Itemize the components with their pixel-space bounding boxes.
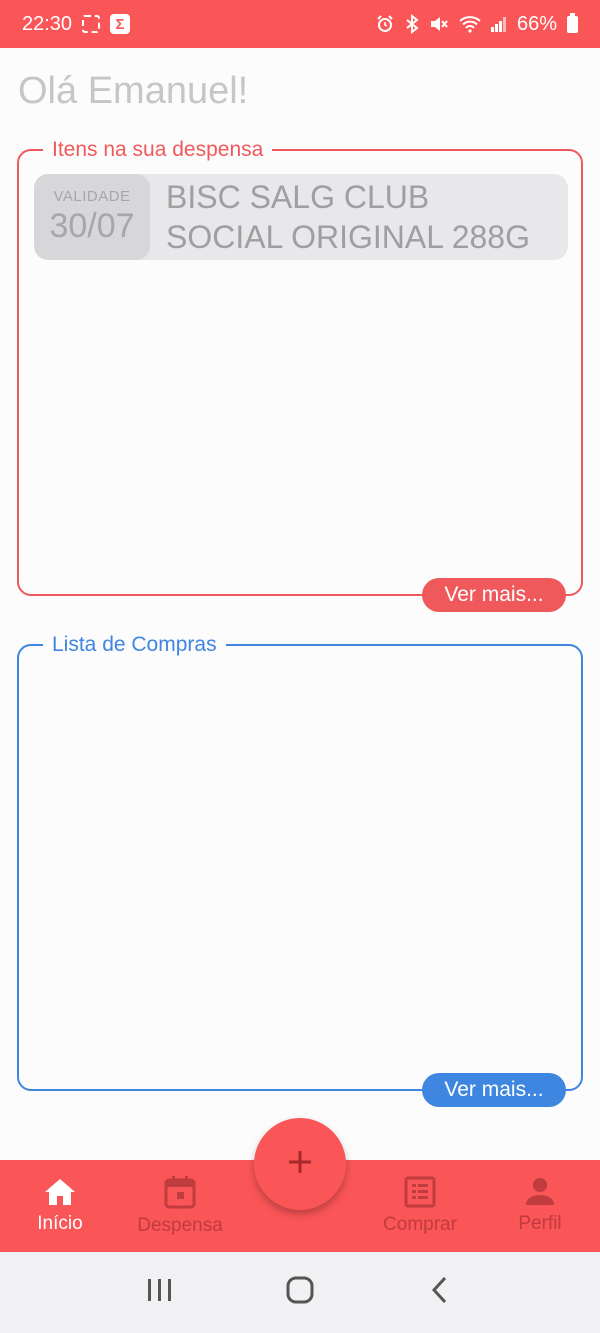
system-nav-bar bbox=[0, 1252, 600, 1333]
screenshot-icon bbox=[82, 15, 101, 33]
wifi-icon bbox=[459, 15, 481, 33]
calendar-icon bbox=[164, 1175, 196, 1209]
back-chevron-icon bbox=[430, 1275, 450, 1310]
bluetooth-icon bbox=[405, 14, 419, 34]
recent-apps-icon bbox=[146, 1277, 174, 1308]
nav-item-label: Despensa bbox=[137, 1215, 223, 1236]
app-screen: 22:30 Σ 66% Olá Emanuel! Itens na sua de… bbox=[0, 0, 600, 1333]
nav-item-label: Comprar bbox=[383, 1214, 457, 1235]
person-icon bbox=[524, 1177, 556, 1207]
add-fab-button[interactable] bbox=[254, 1118, 346, 1210]
status-left: 22:30 Σ bbox=[22, 12, 131, 36]
status-bar: 22:30 Σ 66% bbox=[0, 0, 600, 48]
validity-label: VALIDADE bbox=[53, 188, 131, 205]
shopping-see-more-button[interactable]: Ver mais... bbox=[422, 1073, 566, 1107]
validity-date: 30/07 bbox=[49, 207, 135, 245]
home-icon bbox=[43, 1177, 77, 1207]
nav-item-home[interactable]: Início bbox=[0, 1160, 120, 1252]
nav-item-pantry[interactable]: Despensa bbox=[120, 1160, 240, 1252]
pantry-panel: Itens na sua despensa VALIDADE 30/07 BIS… bbox=[17, 137, 583, 612]
recent-apps-button[interactable] bbox=[130, 1263, 190, 1323]
home-system-button[interactable] bbox=[270, 1263, 330, 1323]
pantry-item-card[interactable]: VALIDADE 30/07 BISC SALG CLUB SOCIAL ORI… bbox=[34, 174, 568, 260]
shopping-list-panel-title: Lista de Compras bbox=[43, 632, 226, 658]
validity-box: VALIDADE 30/07 bbox=[34, 174, 150, 260]
status-right: 66% bbox=[375, 12, 578, 36]
item-name: BISC SALG CLUB SOCIAL ORIGINAL 288G bbox=[166, 179, 530, 255]
home-circle-icon bbox=[285, 1275, 315, 1310]
mute-icon bbox=[429, 14, 449, 34]
battery-percent: 66% bbox=[516, 12, 557, 35]
battery-icon bbox=[567, 12, 578, 33]
nav-item-label: Perfil bbox=[518, 1213, 562, 1234]
back-button[interactable] bbox=[410, 1263, 470, 1323]
shopping-list-panel: Lista de Compras Ver mais... bbox=[17, 632, 583, 1107]
pantry-see-more-button[interactable]: Ver mais... bbox=[422, 578, 566, 612]
list-icon bbox=[404, 1176, 436, 1208]
plus-icon bbox=[286, 1148, 314, 1181]
app-notification-icon: Σ bbox=[110, 14, 131, 34]
greeting-title: Olá Emanuel! bbox=[18, 70, 249, 112]
nav-item-profile[interactable]: Perfil bbox=[480, 1160, 600, 1252]
pantry-panel-title: Itens na sua despensa bbox=[43, 137, 273, 163]
alarm-icon bbox=[375, 14, 395, 34]
status-time: 22:30 bbox=[22, 12, 73, 35]
nav-item-label: Início bbox=[37, 1213, 83, 1234]
signal-icon bbox=[490, 16, 507, 32]
nav-item-shop[interactable]: Comprar bbox=[360, 1160, 480, 1252]
